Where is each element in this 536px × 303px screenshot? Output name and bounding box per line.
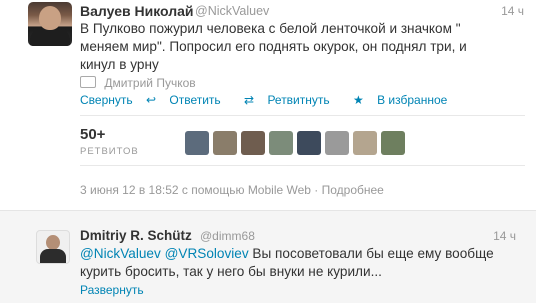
tweet-date-source: 3 июня 12 в 18:52 с помощью Mobile Web	[80, 183, 311, 197]
reply-text-line-1: @NickValuev @VRSoloviev Вы посоветовали …	[80, 245, 520, 263]
favorite-label: В избранное	[377, 93, 448, 107]
retweet-action-icon: ⇄	[244, 93, 255, 107]
reply-label: Ответить	[169, 93, 221, 107]
retweet-count[interactable]: 50+	[80, 126, 105, 143]
retweeter-avatar[interactable]	[353, 131, 377, 155]
collapse-button[interactable]: Свернуть	[80, 93, 133, 107]
tweet-time[interactable]: 14 ч	[501, 4, 524, 18]
retweeter-avatar[interactable]	[297, 131, 321, 155]
retweeted-by: Дмитрий Пучков	[80, 75, 196, 90]
expand-link[interactable]: Развернуть	[80, 283, 144, 297]
retweeter-avatar[interactable]	[325, 131, 349, 155]
avatar[interactable]	[28, 2, 72, 46]
favorite-button[interactable]: ★ В избранное	[353, 93, 457, 107]
page: Валуев Николай @NickValuev 14 ч В Пулков…	[0, 0, 536, 303]
retweeter-avatar[interactable]	[381, 131, 405, 155]
retweet-label: Ретвитнуть	[267, 93, 330, 107]
details-link[interactable]: Подробнее	[322, 183, 384, 197]
divider	[80, 115, 525, 116]
retweet-count-label: РЕТВИТОВ	[80, 146, 139, 157]
avatar-face	[39, 6, 61, 30]
tweet-meta: 3 июня 12 в 18:52 с помощью Mobile Web ·…	[80, 183, 384, 197]
reply-text: @NickValuev @VRSoloviev Вы посоветовали …	[80, 245, 520, 281]
reply-text-rest: Вы посоветовали бы еще ему вообще	[248, 246, 494, 261]
avatar-face	[46, 235, 60, 250]
author-name[interactable]: Валуев Николай	[80, 3, 194, 19]
reply-tweet: Dmitriy R. Schütz @dimm68 14 ч @NickValu…	[0, 216, 536, 303]
retweet-icon	[80, 76, 96, 88]
avatar-body	[40, 249, 66, 263]
retweet-button[interactable]: ⇄ Ретвитнуть	[244, 93, 340, 107]
meta-separator: ·	[310, 183, 322, 197]
retweeter-avatar[interactable]	[213, 131, 237, 155]
retweeter-avatars	[185, 131, 409, 155]
tweet-text-line-1: В Пулково пожурил человека с белой ленто…	[80, 21, 461, 36]
reply-text-line-2: курить бросить, так у него бы внуки не к…	[80, 264, 382, 279]
retweeter-avatar[interactable]	[269, 131, 293, 155]
main-tweet: Валуев Николай @NickValuev 14 ч В Пулков…	[0, 0, 536, 210]
tweet-text-line-3: кинул в урну	[80, 57, 159, 72]
avatar[interactable]	[36, 230, 70, 264]
tweet-text: В Пулково пожурил человека с белой ленто…	[80, 20, 520, 74]
star-icon: ★	[352, 93, 364, 107]
mention-link[interactable]: @VRSoloviev	[165, 246, 249, 261]
tweet-actions: Свернуть ↩ Ответить ⇄ Ретвитнуть ★ В изб…	[80, 93, 467, 107]
retweeted-by-name[interactable]: Дмитрий Пучков	[104, 76, 195, 90]
mention-link[interactable]: @NickValuev	[80, 246, 161, 261]
author-handle[interactable]: @NickValuev	[195, 4, 269, 18]
reply-icon: ↩	[145, 93, 157, 107]
retweeter-avatar[interactable]	[241, 131, 265, 155]
author-name[interactable]: Dmitriy R. Schütz	[80, 228, 192, 243]
divider	[80, 165, 525, 166]
tweet-time[interactable]: 14 ч	[493, 229, 516, 243]
avatar-body	[30, 30, 70, 46]
author-handle[interactable]: @dimm68	[200, 229, 255, 243]
retweeter-avatar[interactable]	[185, 131, 209, 155]
reply-button[interactable]: ↩ Ответить	[146, 93, 231, 107]
tweet-text-line-2: меняем мир". Попросил его поднять окурок…	[80, 39, 467, 54]
